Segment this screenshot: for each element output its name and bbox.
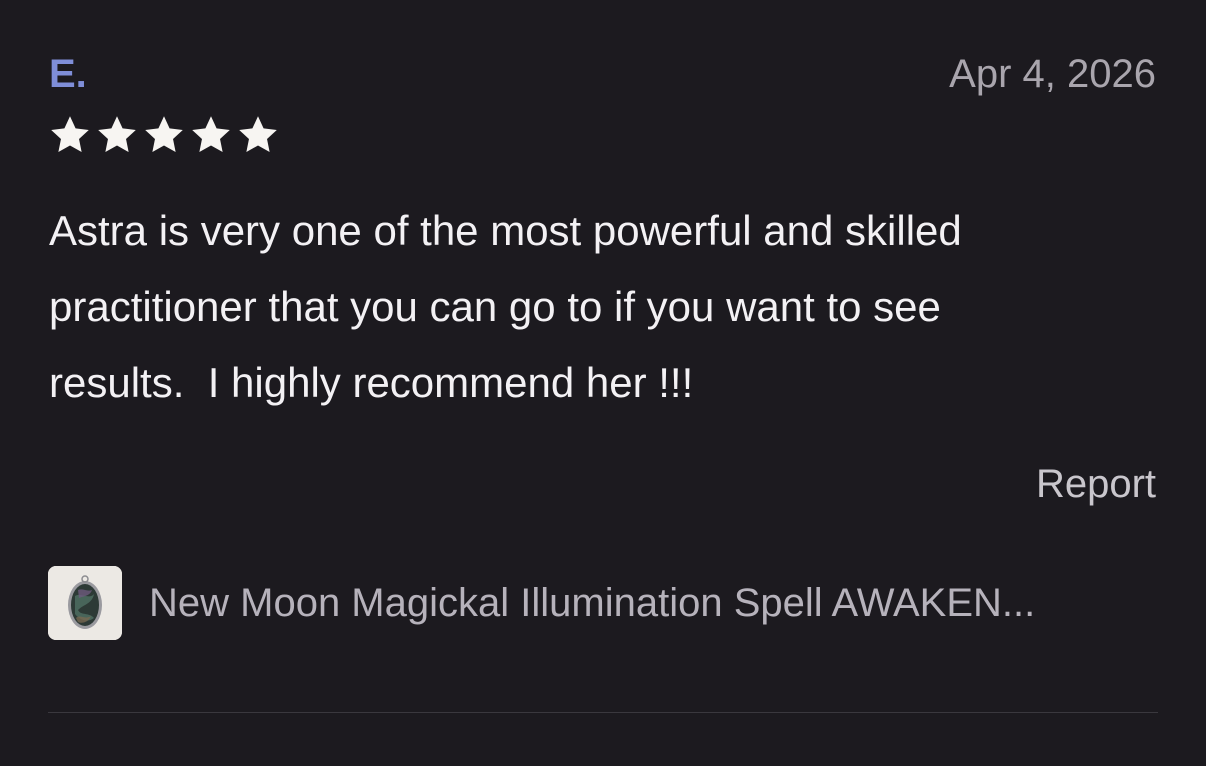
star-rating: [48, 113, 280, 157]
listing-title[interactable]: New Moon Magickal Illumination Spell AWA…: [149, 579, 1035, 627]
star-icon: [236, 113, 280, 157]
review-date: Apr 4, 2026: [949, 52, 1156, 96]
star-icon: [95, 113, 139, 157]
reviewer-name[interactable]: E.: [49, 50, 87, 98]
oval-gemstone-pendant-icon: [48, 566, 122, 640]
review-card: E. Apr 4, 2026 Astra is very one of the …: [0, 0, 1206, 766]
report-link[interactable]: Report: [1036, 460, 1156, 508]
listing-thumbnail[interactable]: [48, 566, 122, 640]
star-icon: [48, 113, 92, 157]
divider: [48, 712, 1158, 713]
listing-link[interactable]: New Moon Magickal Illumination Spell AWA…: [48, 566, 1035, 640]
review-text: Astra is very one of the most powerful a…: [49, 207, 962, 406]
star-icon: [142, 113, 186, 157]
star-icon: [189, 113, 233, 157]
